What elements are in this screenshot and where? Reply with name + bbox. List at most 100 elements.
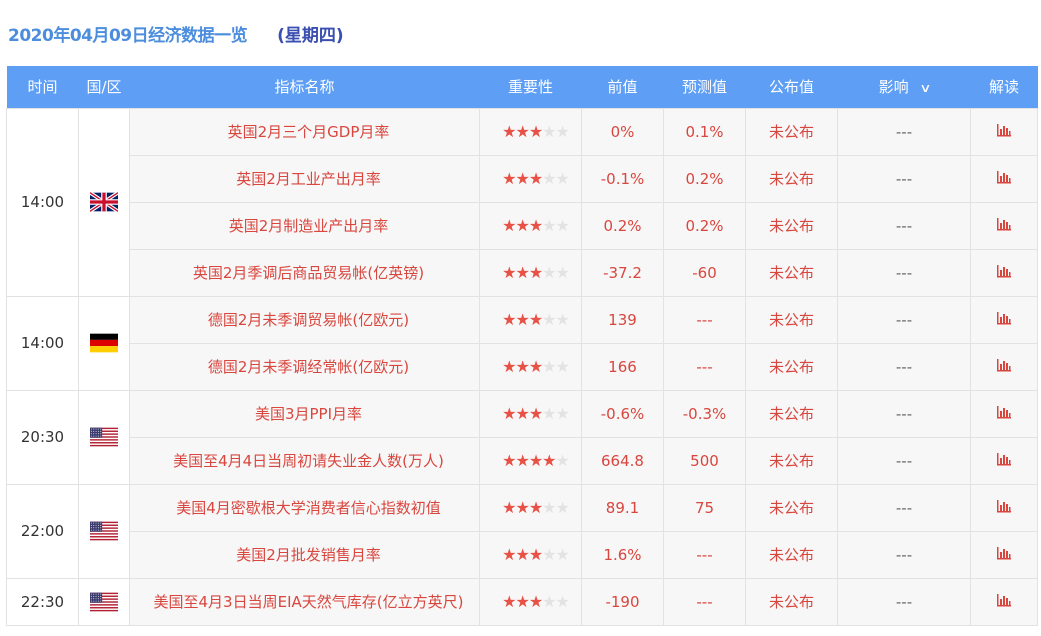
indicator-name-link[interactable]: 英国2月制造业产出月率 [129,201,480,250]
star-icon: ★ [528,169,543,188]
star-icon: ★ [542,310,556,329]
star-icon: ★ [555,263,570,282]
interpret-cell [970,201,1038,250]
interpret-cell [970,248,1038,297]
bar-chart-icon[interactable] [996,170,1012,188]
previous-value: -37.2 [581,248,664,297]
interpret-cell [970,107,1038,156]
star-icon: ★ [502,357,516,376]
impact-value: --- [837,107,971,156]
country-flag-cell [78,107,130,297]
star-icon: ★ [502,451,516,470]
country-flag-cell [78,483,130,579]
weekday-label: (星期四) [277,25,344,46]
bar-chart-icon[interactable] [996,358,1012,376]
star-icon: ★ [542,498,556,517]
impact-value: --- [837,530,971,579]
impact-value: --- [837,342,971,391]
bar-chart-icon[interactable] [996,264,1012,282]
release-time: 14:00 [6,295,79,391]
star-icon: ★ [502,122,516,141]
indicator-name-link[interactable]: 美国4月密歇根大学消费者信心指数初值 [129,483,480,532]
star-icon: ★ [542,592,556,611]
star-icon: ★ [502,310,516,329]
indicator-name-link[interactable]: 英国2月季调后商品贸易帐(亿英镑) [129,248,480,297]
col-header-importance: 重要性 [479,66,582,108]
table-row: 14:00 英国2月三个月GDP月率 ★★★★★ 0% 0.1% 未公布 --- [6,107,1038,297]
star-icon: ★ [528,122,543,141]
forecast-value: --- [663,342,746,391]
importance-rating: ★★★★★ [479,483,582,532]
col-header-forecast: 预测值 [663,66,746,108]
bar-chart-icon[interactable] [996,546,1012,564]
forecast-value: --- [663,577,746,626]
star-icon: ★ [528,498,543,517]
actual-value: 未公布 [745,248,838,297]
star-icon: ★ [555,310,570,329]
forecast-value: -60 [663,248,746,297]
star-icon: ★ [528,357,543,376]
impact-value: --- [837,248,971,297]
actual-value: 未公布 [745,295,838,344]
release-time: 22:30 [6,577,79,626]
star-icon: ★ [515,216,529,235]
chevron-down-icon[interactable]: ∨ [919,81,931,95]
star-icon: ★ [502,404,516,423]
star-icon: ★ [542,216,556,235]
star-icon: ★ [528,404,543,423]
importance-rating: ★★★★★ [479,107,582,156]
release-time: 14:00 [6,107,79,297]
previous-value: -0.6% [581,389,664,438]
bar-chart-icon[interactable] [996,452,1012,470]
star-icon: ★ [502,498,516,517]
bar-chart-icon[interactable] [996,499,1012,517]
star-icon: ★ [528,263,543,282]
star-icon: ★ [555,404,570,423]
previous-value: 0.2% [581,201,664,250]
col-header-actual: 公布值 [745,66,838,108]
indicator-name-link[interactable]: 美国2月批发销售月率 [129,530,480,579]
star-icon: ★ [515,263,529,282]
indicator-name-link[interactable]: 德国2月未季调贸易帐(亿欧元) [129,295,480,344]
table-row: 英国2月季调后商品贸易帐(亿英镑) ★★★★★ -37.2 -60 未公布 --- [7,248,1038,297]
importance-rating: ★★★★★ [479,530,582,579]
star-icon: ★ [555,169,570,188]
impact-value: --- [837,389,971,438]
forecast-value: 75 [663,483,746,532]
importance-rating: ★★★★★ [479,342,582,391]
impact-dropdown[interactable]: 影响 ∨ [837,66,971,108]
col-header-country: 国/区 [78,66,130,108]
importance-rating: ★★★★★ [479,577,582,626]
interpret-cell [970,483,1038,532]
indicator-name-link[interactable]: 德国2月未季调经常帐(亿欧元) [129,342,480,391]
indicator-name-link[interactable]: 美国3月PPI月率 [129,389,480,438]
bar-chart-icon[interactable] [996,311,1012,329]
us-flag [90,592,118,612]
indicator-name-link[interactable]: 美国至4月4日当周初请失业金人数(万人) [129,436,480,485]
star-icon: ★ [528,451,543,470]
actual-value: 未公布 [745,483,838,532]
bar-chart-icon[interactable] [996,217,1012,235]
star-icon: ★ [528,545,543,564]
star-icon: ★ [542,263,556,282]
col-header-indicator: 指标名称 [129,66,480,108]
actual-value: 未公布 [745,342,838,391]
indicator-name-link[interactable]: 英国2月工业产出月率 [129,154,480,203]
star-icon: ★ [542,122,556,141]
star-icon: ★ [555,498,570,517]
col-header-previous: 前值 [581,66,664,108]
actual-value: 未公布 [745,107,838,156]
bar-chart-icon[interactable] [996,593,1012,611]
importance-rating: ★★★★★ [479,201,582,250]
us-flag [90,521,118,541]
impact-value: --- [837,577,971,626]
bar-chart-icon[interactable] [996,405,1012,423]
col-header-time: 时间 [6,66,79,108]
bar-chart-icon[interactable] [996,123,1012,141]
importance-rating: ★★★★★ [479,295,582,344]
forecast-value: 0.1% [663,107,746,156]
release-time: 20:30 [6,389,79,485]
star-icon: ★ [542,169,556,188]
indicator-name-link[interactable]: 美国至4月3日当周EIA天然气库存(亿立方英尺) [129,577,480,626]
indicator-name-link[interactable]: 英国2月三个月GDP月率 [129,107,480,156]
